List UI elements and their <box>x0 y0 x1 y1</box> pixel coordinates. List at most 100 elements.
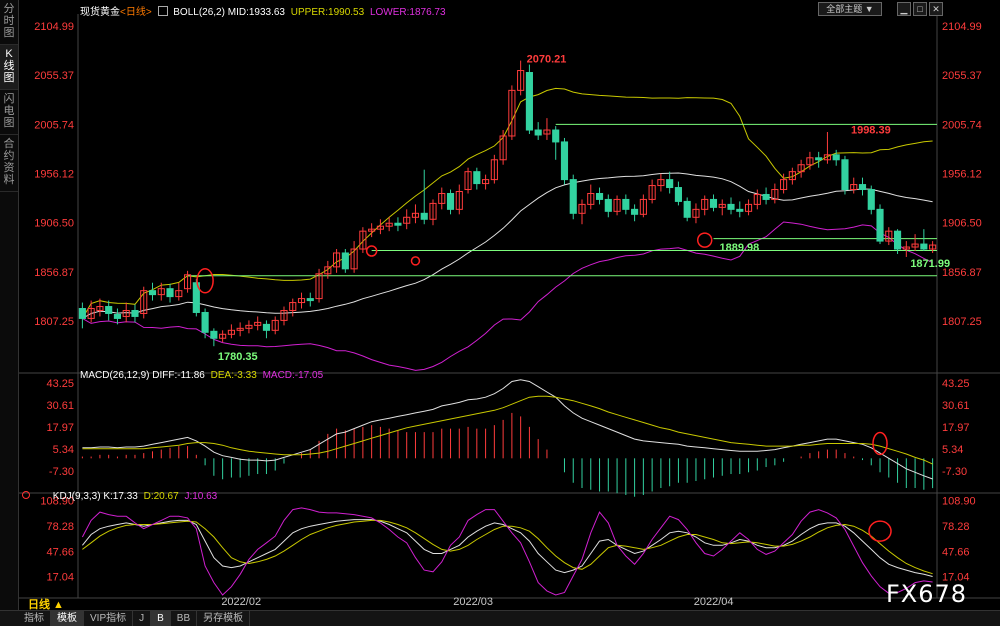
y-tick-right: 30.61 <box>942 400 970 412</box>
candle-body <box>341 252 349 270</box>
kdj-plot <box>81 507 933 596</box>
y-tick-right: 108.90 <box>942 496 976 508</box>
candle-body <box>262 323 271 331</box>
maximize-icon[interactable]: □ <box>913 2 927 16</box>
macd-panel-header: MACD(26,12,9) DIFF:-11.86 DEA:-3.33 MACD… <box>80 370 323 381</box>
chart-area[interactable]: 2104.99 2104.99 2055.37 2055.37 2005.74 2005.… <box>0 0 1000 610</box>
kdj-indicator-name: KDJ(9,3,3) <box>52 491 101 502</box>
y-tick-left: 2055.37 <box>34 70 74 82</box>
candle-body <box>210 330 218 339</box>
y-tick-left: 5.34 <box>53 444 74 456</box>
candle-body <box>560 141 569 181</box>
candle-body <box>683 200 691 218</box>
y-tick-left: 1856.87 <box>34 267 74 279</box>
left-tab-0[interactable]: 分 时 图 <box>0 0 18 45</box>
y-tick-right: 2055.37 <box>942 70 982 82</box>
y-tick-right: 78.28 <box>942 521 970 533</box>
symbol-label: 现货黄金 <box>80 7 120 18</box>
y-tick-right: 17.97 <box>942 422 970 434</box>
y-tick-right: 2005.74 <box>942 119 982 131</box>
macd-macd-value: MACD:-17.05 <box>262 370 324 381</box>
candle-body <box>78 308 86 319</box>
candle-body <box>727 203 735 210</box>
y-tick-left: 2104.99 <box>34 21 74 33</box>
theme-dropdown[interactable]: 全部主题 ▼ <box>818 2 882 16</box>
candle-body <box>525 72 533 131</box>
chevron-down-icon: ▼ <box>864 4 874 14</box>
candle-body <box>858 184 867 191</box>
candle-body <box>841 159 849 191</box>
candle-body <box>709 198 718 208</box>
macd-diff-line <box>82 379 933 480</box>
theme-dropdown-label: 全部主题 <box>826 4 863 14</box>
candle-body <box>306 298 314 302</box>
candle-body <box>736 208 744 212</box>
y-tick-right: 1956.12 <box>942 169 982 181</box>
candle-body <box>920 243 928 250</box>
y-tick-right: 1807.25 <box>942 316 982 328</box>
candle-body <box>131 309 139 317</box>
candle-body <box>631 208 639 215</box>
candle-body <box>534 129 542 136</box>
macd-diff-value: DIFF:-11.86 <box>152 370 205 381</box>
macd-dea-line <box>82 395 933 465</box>
axis-ticks: 2104.99 2104.99 2055.37 2055.37 2005.74 2005.… <box>34 21 982 608</box>
bottom-tab-3[interactable]: J <box>133 611 152 626</box>
y-tick-left: 47.66 <box>46 546 74 558</box>
candle-body <box>473 171 481 185</box>
y-tick-right: 43.25 <box>942 378 970 390</box>
boll-upper-line <box>81 87 933 319</box>
boll-lines <box>81 87 933 371</box>
candle-body <box>867 189 875 210</box>
candlesticks <box>78 60 937 347</box>
left-tab-2[interactable]: 闪 电 图 <box>0 90 18 135</box>
price-low-label: 1780.35 <box>218 351 258 363</box>
candle-body <box>201 311 209 333</box>
y-tick-left: 1956.12 <box>34 169 74 181</box>
boll-lower-line <box>82 221 933 371</box>
x-tick-label: 2022/03 <box>453 596 493 608</box>
boll-mid-line <box>82 172 933 319</box>
candle-body <box>604 198 612 212</box>
kdj-panel-header: KDJ(9,3,3) K:17.33 D:20.67 J:10.63 <box>22 491 217 502</box>
candle-body <box>420 212 428 220</box>
y-tick-right: 2104.99 <box>942 21 982 33</box>
price-low3-label: 1871.99 <box>910 258 950 270</box>
y-tick-left: 1906.50 <box>34 218 74 230</box>
period-tag: <日线> <box>120 7 152 18</box>
y-tick-right: 1906.50 <box>942 218 982 230</box>
price-high2-label: 1998.39 <box>851 125 891 137</box>
x-tick-label: 2022/02 <box>221 596 261 608</box>
boll-upper-value: UPPER:1990.53 <box>290 7 365 18</box>
x-tick-label: 2022/04 <box>694 596 734 608</box>
highlight-circle <box>696 232 713 248</box>
candle-body <box>105 306 113 314</box>
y-tick-left: 2005.74 <box>34 119 74 131</box>
left-tab-3[interactable]: 合 约 资 料 <box>0 135 18 192</box>
highlight-circle <box>868 520 892 542</box>
y-tick-left: 17.04 <box>46 572 74 584</box>
close-icon[interactable]: ✕ <box>929 2 943 16</box>
left-tab-1[interactable]: K 线 图 <box>0 45 18 90</box>
kdj-d-value: D:20.67 <box>143 491 179 502</box>
bottom-tab-0[interactable]: 指标 <box>18 611 51 626</box>
y-tick-left: 30.61 <box>46 400 74 412</box>
boll-toggle-icon[interactable] <box>158 6 169 16</box>
kdj-d-line <box>82 519 933 575</box>
bottom-tab-bar: 指标 模板 VIP指标 J B BB 另存模板 <box>0 610 1000 626</box>
candle-body <box>674 187 682 202</box>
price-annotations: 2070.21 1998.39 1780.35 1889.98 1871.99 <box>218 53 950 362</box>
bottom-tab-1[interactable]: 模板 <box>51 611 84 626</box>
candle-body <box>666 179 674 189</box>
bottom-tab-2[interactable]: VIP指标 <box>84 611 134 626</box>
candle-body <box>832 154 840 161</box>
bottom-tab-6[interactable]: 另存模板 <box>197 611 251 626</box>
bottom-tab-5[interactable]: BB <box>171 611 198 626</box>
minimize-icon[interactable]: ▁ <box>897 2 911 16</box>
boll-lower-value: LOWER:1876.73 <box>369 7 446 18</box>
candle-body <box>815 157 823 161</box>
candle-body <box>876 208 884 242</box>
highlight-circle <box>410 256 421 266</box>
bottom-tab-4[interactable]: B <box>151 611 171 626</box>
kdj-settings-icon[interactable] <box>22 491 30 499</box>
